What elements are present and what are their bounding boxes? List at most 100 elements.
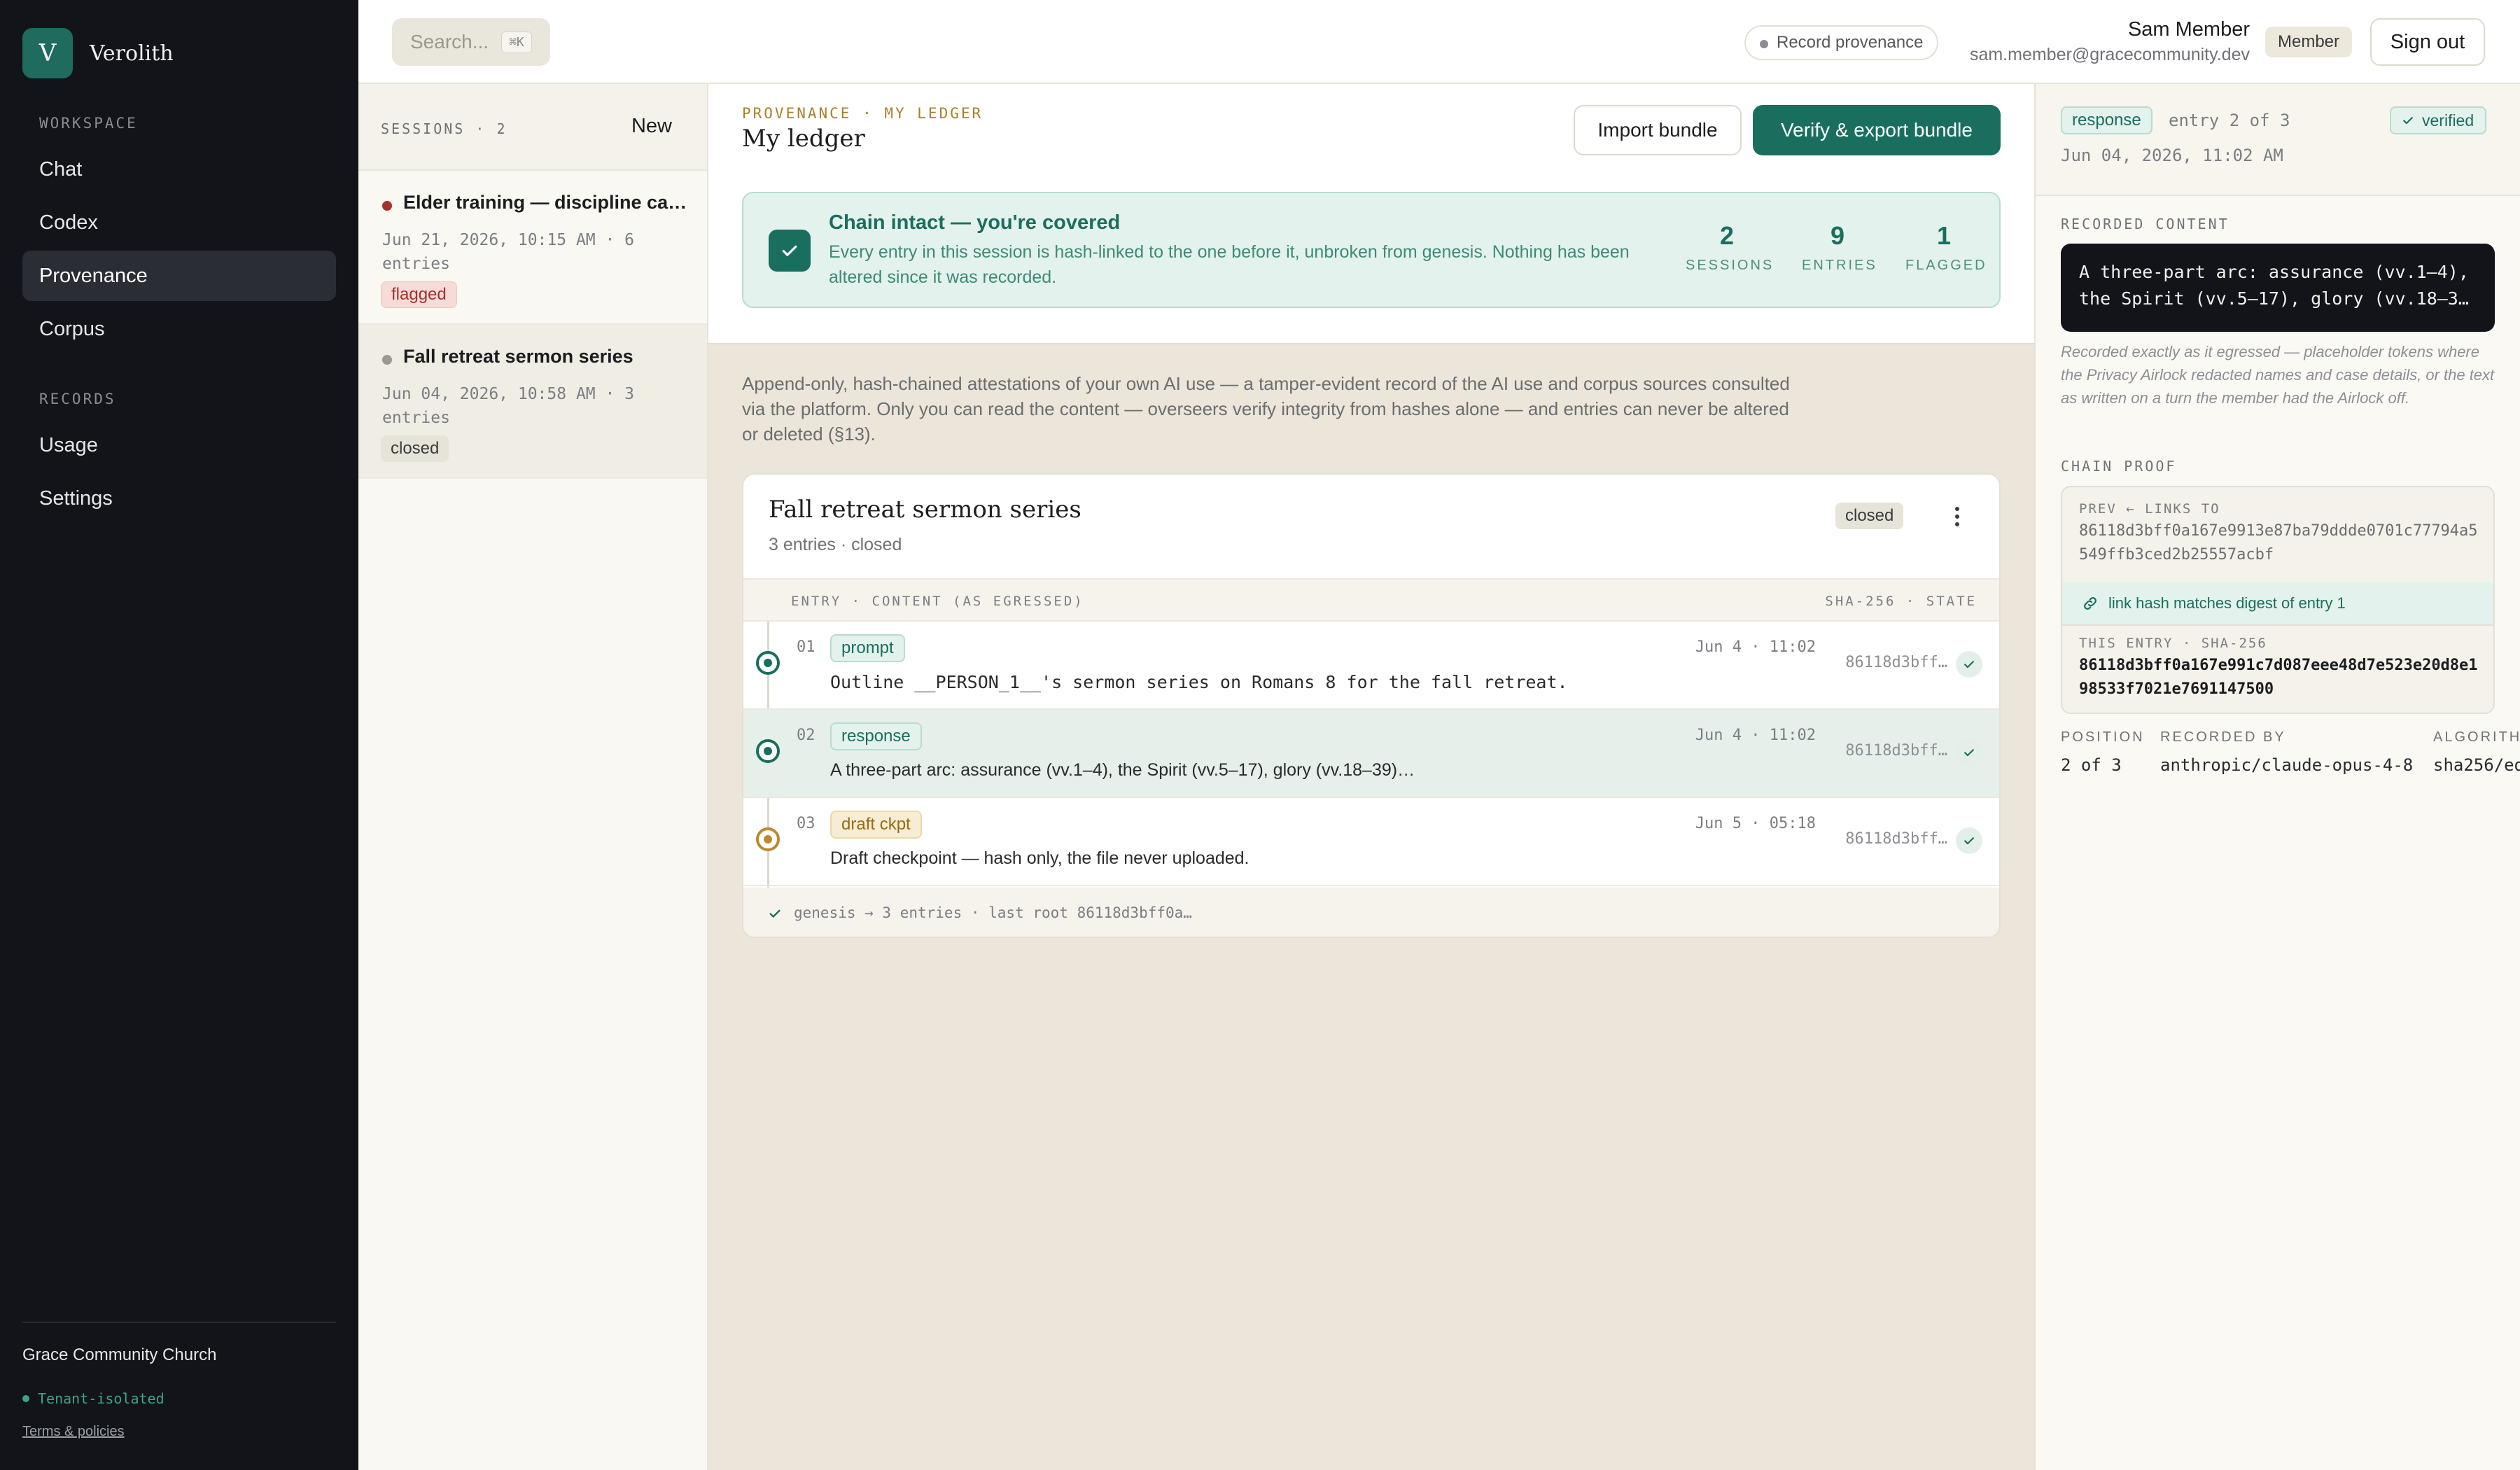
meta-value: sha256/ed25519 xyxy=(2433,755,2520,775)
import-bundle-button[interactable]: Import bundle xyxy=(1574,105,1742,155)
session-name: Fall retreat sermon series xyxy=(403,346,634,367)
chain-status-banner: Chain intact — you're covered Every entr… xyxy=(742,192,2001,308)
role-badge: Member xyxy=(2265,27,2353,57)
brand[interactable]: V Verolith xyxy=(22,28,174,78)
link-status-text: link hash matches digest of entry 1 xyxy=(2108,594,2346,612)
meta-recorded-by: RECORDED BY anthropic/claude-opus-4-8 xyxy=(2160,729,2413,775)
entry-kind-badge: response xyxy=(2061,106,2152,134)
chain-status-description: Every entry in this session is hash-link… xyxy=(829,242,1630,287)
stat-value: 9 xyxy=(1830,221,1845,250)
sidebar-item-settings[interactable]: Settings xyxy=(22,473,336,524)
session-item-selected[interactable]: Fall retreat sermon series Jun 04, 2026,… xyxy=(358,325,707,479)
org-name: Grace Community Church xyxy=(22,1345,217,1364)
breadcrumb: PROVENANCE · MY LEDGER xyxy=(742,105,983,122)
verify-export-button[interactable]: Verify & export bundle xyxy=(1753,105,2001,155)
session-item[interactable]: Elder training — discipline case study J… xyxy=(358,171,707,325)
meta-algorithm: ALGORITHM sha256/ed25519 xyxy=(2433,729,2520,775)
sessions-count: SESSIONS · 2 xyxy=(381,120,507,137)
ledger-intro: Append-only, hash-chained attestations o… xyxy=(742,373,1790,444)
verified-badge: verified xyxy=(2390,106,2487,134)
sessions-panel: SESSIONS · 2 New Elder training — discip… xyxy=(358,84,708,1470)
section-records: RECORDS xyxy=(39,391,116,407)
sidebar-divider xyxy=(22,1322,336,1323)
chain-footer: genesis → 3 entries · last root 86118d3b… xyxy=(743,888,1999,937)
sidebar-item-chat[interactable]: Chat xyxy=(22,144,336,195)
check-icon xyxy=(769,230,811,272)
meta-key: ALGORITHM xyxy=(2433,729,2520,745)
stat-value: 1 xyxy=(1936,221,1952,250)
more-options-icon[interactable] xyxy=(1945,503,1970,531)
meta-key: POSITION xyxy=(2061,729,2145,745)
meta-value: anthropic/claude-opus-4-8 xyxy=(2160,755,2414,775)
session-meta: Jun 21, 2026, 10:15 AM · 6 entries xyxy=(382,231,635,273)
session-card: Fall retreat sermon series 3 entries · c… xyxy=(742,473,2001,938)
search-input[interactable]: Search... ⌘K xyxy=(392,18,550,66)
column-header-entry: ENTRY · CONTENT (AS EGRESSED) xyxy=(791,594,1084,609)
entry-content: Draft checkpoint — hash only, the file n… xyxy=(830,848,1250,868)
top-bar: Search... ⌘K Record provenance Sam Membe… xyxy=(358,0,2520,84)
sidebar: V Verolith WORKSPACE Chat Codex Provenan… xyxy=(0,0,358,1470)
session-tag-closed: closed xyxy=(381,435,449,462)
sign-out-button[interactable]: Sign out xyxy=(2370,18,2485,66)
search-shortcut: ⌘K xyxy=(501,31,532,53)
recorded-content-note: Recorded exactly as it egressed — placeh… xyxy=(2061,343,2495,407)
check-icon xyxy=(2403,117,2413,125)
stat-label: SESSIONS xyxy=(1686,258,1774,273)
user-name: Sam Member xyxy=(2127,18,2250,41)
entry-hash: 86118d3bff… xyxy=(1845,830,1947,848)
session-card-title: Fall retreat sermon series xyxy=(769,496,1082,524)
meta-position: POSITION 2 of 3 xyxy=(2061,729,2145,775)
entry-date: Jun 04, 2026, 11:02 AM xyxy=(2061,146,2283,165)
entry-index: 02 xyxy=(797,727,816,744)
tenant-status: Tenant-isolated xyxy=(22,1390,164,1407)
recorded-content[interactable]: A three-part arc: assurance (vv.1–4), th… xyxy=(2061,244,2495,332)
link-icon xyxy=(2084,597,2096,610)
section-workspace: WORKSPACE xyxy=(39,115,138,132)
entry-detail-header: response entry 2 of 3 verified Jun 04, 2… xyxy=(2036,84,2520,196)
this-hash[interactable]: 86118d3bff0a167e991c7d087eee48d7e523e20d… xyxy=(2079,654,2485,701)
tenant-label: Tenant-isolated xyxy=(38,1390,164,1407)
table-row[interactable]: 03 draft ckpt Jun 5 · 05:18 Draft checkp… xyxy=(743,798,1999,886)
chain-footer-text: genesis → 3 entries · last root 86118d3b… xyxy=(794,904,1192,921)
record-provenance-label: Record provenance xyxy=(1777,33,1924,52)
new-session-button[interactable]: New xyxy=(631,115,672,138)
user-email: sam.member@gracecommunity.dev xyxy=(1969,45,2250,64)
chain-status-title: Chain intact — you're covered xyxy=(829,211,1121,234)
session-meta: Jun 04, 2026, 10:58 AM · 3 entries xyxy=(382,385,635,427)
table-row[interactable]: 01 prompt Jun 4 · 11:02 Outline __PERSON… xyxy=(743,622,1999,710)
this-hash-label: THIS ENTRY · SHA-256 xyxy=(2079,636,2267,651)
ledger-header: PROVENANCE · MY LEDGER My ledger Import … xyxy=(708,84,2034,344)
search-placeholder: Search... xyxy=(410,31,489,52)
entry-index: 01 xyxy=(797,638,816,656)
terms-link[interactable]: Terms & policies xyxy=(22,1424,125,1440)
sidebar-item-corpus[interactable]: Corpus xyxy=(22,304,336,354)
chain-proof-label: CHAIN PROOF xyxy=(2061,458,2177,475)
stat-label: FLAGGED xyxy=(1905,258,1987,273)
record-provenance-toggle[interactable]: Record provenance xyxy=(1744,25,1939,60)
link-status: link hash matches digest of entry 1 xyxy=(2062,582,2493,624)
table-row-selected[interactable]: 02 response Jun 4 · 11:02 A three-part a… xyxy=(743,710,1999,798)
sidebar-item-usage[interactable]: Usage xyxy=(22,420,336,470)
timeline-node-icon xyxy=(756,651,780,675)
check-icon xyxy=(767,906,783,925)
recorded-content-line: A three-part arc: assurance (vv.1–4), xyxy=(2079,262,2469,282)
session-tag-flagged: flagged xyxy=(381,281,457,308)
meta-key: RECORDED BY xyxy=(2160,729,2286,745)
recorded-content-label: RECORDED CONTENT xyxy=(2061,216,2230,232)
sidebar-item-provenance[interactable]: Provenance xyxy=(22,251,336,301)
prev-hash[interactable]: 86118d3bff0a167e9913e87ba79ddde0701c7779… xyxy=(2079,519,2485,567)
entry-index: 03 xyxy=(797,815,816,832)
status-dot-icon xyxy=(1760,40,1768,48)
session-card-subtitle: 3 entries · closed xyxy=(769,535,902,554)
session-name: Elder training — discipline case study xyxy=(403,192,697,213)
verified-check-icon xyxy=(1956,651,1982,678)
sidebar-item-codex[interactable]: Codex xyxy=(22,197,336,248)
sessions-header: SESSIONS · 2 New xyxy=(358,84,707,171)
chain-proof: PREV ← LINKS TO 86118d3bff0a167e9913e87b… xyxy=(2061,486,2495,714)
entry-time: Jun 4 · 11:02 xyxy=(1695,638,1816,656)
meta-value: 2 of 3 xyxy=(2061,755,2122,775)
stat-entries: 9 ENTRIES xyxy=(1802,221,1877,274)
entry-position: entry 2 of 3 xyxy=(2169,111,2290,130)
timeline-node-icon xyxy=(756,827,780,851)
stat-label: ENTRIES xyxy=(1802,258,1877,273)
